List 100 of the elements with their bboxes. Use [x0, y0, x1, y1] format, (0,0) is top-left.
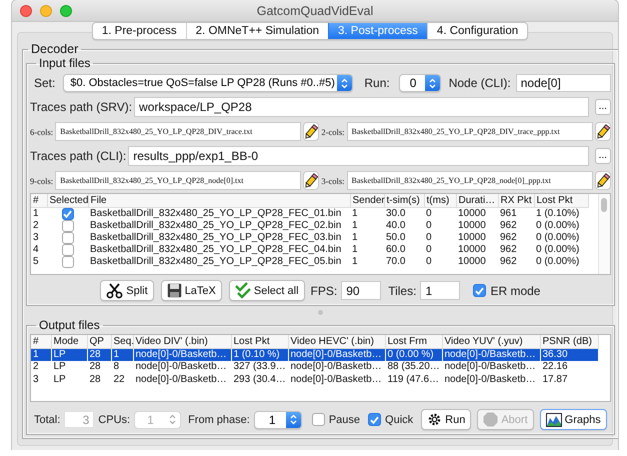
column-header[interactable]: Lost Pkt: [231, 335, 288, 348]
run-spinner[interactable]: 0: [398, 74, 441, 92]
tiles-field[interactable]: 1: [420, 281, 460, 300]
column-header[interactable]: Mode: [51, 335, 87, 348]
checkbox[interactable]: [473, 284, 486, 297]
checkbox[interactable]: [62, 256, 74, 268]
phase-dropdown[interactable]: 1: [254, 410, 302, 428]
table-cell-text: 5: [32, 256, 40, 268]
pencil-icon: [596, 172, 610, 188]
node-field[interactable]: node[0]: [516, 74, 611, 92]
column-header[interactable]: #: [31, 335, 51, 348]
fps-field[interactable]: 90: [341, 281, 382, 300]
pencil-icon: [304, 172, 318, 188]
table-cell: 22.16: [540, 360, 598, 373]
browse-button[interactable]: ...: [594, 99, 611, 115]
edit-button[interactable]: [594, 122, 611, 141]
table-cell-text: 0: [425, 220, 433, 232]
table-cell-text: 28: [88, 373, 102, 386]
path-field[interactable]: results_ppp/exp1_BB-0: [128, 146, 589, 166]
table-cell: 0: [424, 207, 456, 220]
minimize-button[interactable]: [40, 4, 52, 16]
table-cell-text: BasketballDrill_832x480_25_YO_LP_QP28_FEC_03.bin: [89, 232, 342, 244]
checkmark-icon: [475, 286, 484, 294]
zoom-button[interactable]: [60, 4, 72, 16]
checkbox[interactable]: [312, 413, 325, 426]
column-header[interactable]: Sender: [350, 194, 384, 207]
scrollbar[interactable]: [598, 194, 610, 274]
table-cell: 0 (0.00 %): [385, 348, 442, 360]
field-label: From phase:: [188, 414, 250, 426]
table-cell-text: BasketballDrill_832x480_25_YO_LP_QP28_FEC_05.bin: [89, 256, 342, 268]
button[interactable]: Select all: [228, 280, 305, 301]
column-header[interactable]: QP: [87, 335, 111, 348]
column-header[interactable]: Video YUV' (.yuv): [442, 335, 540, 348]
table-cell-text: 22: [112, 373, 126, 386]
column-header[interactable]: Seq.: [111, 335, 133, 348]
table-cell: 8: [111, 360, 133, 373]
checkbox[interactable]: [62, 232, 74, 244]
group-title: Decoder: [30, 42, 80, 56]
updown-arrows-icon: [169, 414, 176, 425]
file-name-field[interactable]: BasketballDrill_832x480_25_YO_LP_QP28_node[0].txt: [55, 171, 302, 190]
checkmark-icon: [370, 416, 380, 424]
column-header[interactable]: Durati…: [456, 194, 498, 207]
table-row[interactable]: 2 LP 28 8 node[0]-0/Basketb… 327 (33.9… node[0]-0/Basketb… 88 (35.20… node[0]-0/Basketb… 22.16: [31, 360, 598, 373]
checkbox[interactable]: [62, 208, 74, 220]
chart-icon: [546, 412, 562, 426]
file-name-field[interactable]: BasketballDrill_832x480_25_YO_LP_QP28_DIV_trace_ppp.txt: [346, 122, 593, 141]
pencil-icon: [596, 124, 610, 140]
tab[interactable]: 1. Pre-process: [92, 23, 186, 39]
browse-button[interactable]: ...: [594, 148, 611, 164]
table-cell-text: 10000: [457, 256, 487, 268]
button[interactable]: Split: [100, 280, 154, 301]
file-name-field[interactable]: BasketballDrill_832x480_25_YO_LP_QP28_node[0]_ppp.txt: [346, 171, 593, 190]
table-cell-text: BasketballDrill_832x480_25_YO_LP_QP28_FEC_02.bin: [89, 220, 342, 232]
column-header[interactable]: Lost Pkt: [534, 194, 588, 207]
checkbox[interactable]: [62, 244, 74, 256]
edit-button[interactable]: [303, 122, 320, 141]
checkmark-icon: [63, 210, 72, 218]
table-row[interactable]: 3 LP 28 22 node[0]-0/Basketb… 293 (30.4… node[0]-0/Basketb… 119 (47.6… node[0]-0/Basketb… 17.87: [31, 373, 598, 386]
column-header[interactable]: RX Pkt: [498, 194, 534, 207]
gear-icon: [427, 412, 442, 427]
scissors-icon: [106, 282, 124, 298]
table-row[interactable]: 1 LP 28 1 node[0]-0/Basketb… 1 (0.10 %) node[0]-0/Basketb… 0 (0.00 %) node[0]-0/Basketb… 36.30: [31, 348, 598, 360]
column-header[interactable]: Lost Frm: [385, 335, 442, 348]
button[interactable]: LaTeX: [160, 280, 222, 301]
column-header[interactable]: t(ms): [424, 194, 456, 207]
checkbox[interactable]: [62, 220, 74, 232]
button[interactable]: Run: [421, 409, 472, 430]
table-cell-text: 1: [351, 244, 359, 256]
table-cell-text: node[0]-0/Basketb…: [444, 373, 537, 386]
table-cell: 28: [87, 360, 111, 373]
file-name-field[interactable]: BasketballDrill_832x480_25_YO_LP_QP28_DIV_trace.txt: [55, 122, 302, 141]
splitter-handle[interactable]: [318, 310, 323, 314]
column-header[interactable]: t-sim(s): [384, 194, 424, 207]
table-cell-text: 0 (0.00%): [535, 244, 580, 256]
button[interactable]: Graphs: [540, 409, 607, 430]
updown-arrows-icon: [428, 78, 436, 88]
field-label: 6-cols:: [30, 126, 54, 136]
column-header[interactable]: Selected: [47, 194, 88, 207]
edit-button[interactable]: [303, 171, 320, 190]
column-header[interactable]: #: [31, 194, 47, 207]
set-dropdown[interactable]: $0. Obstacles=true QoS=false LP QP28 (Runs #0..#5): [63, 74, 354, 92]
table-cell-text: 0: [425, 232, 433, 244]
column-header[interactable]: File: [88, 194, 350, 207]
table-cell-text: 40.0: [385, 220, 406, 232]
table-cell-text: 119 (47.6…: [386, 373, 440, 386]
close-button[interactable]: [20, 4, 32, 16]
column-header[interactable]: Video HEVC' (.bin): [288, 335, 385, 348]
table-cell: node[0]-0/Basketb…: [133, 348, 231, 360]
path-field[interactable]: workspace/LP_QP28: [134, 97, 589, 117]
checkbox[interactable]: [368, 413, 382, 426]
field-label: Traces path (CLI):: [30, 149, 126, 163]
field-label: 2-cols:: [321, 126, 345, 136]
checkbox-label: ER mode: [490, 284, 540, 298]
field-label: Node (CLI):: [448, 76, 511, 90]
edit-button[interactable]: [594, 171, 611, 190]
table-cell-text: 0 (0.00%): [535, 256, 580, 268]
column-header[interactable]: Video DIV' (.bin): [133, 335, 231, 348]
column-header[interactable]: PSNR (dB): [540, 335, 598, 348]
checkbox-label: Quick: [385, 414, 414, 426]
table-cell: 1: [31, 207, 47, 220]
